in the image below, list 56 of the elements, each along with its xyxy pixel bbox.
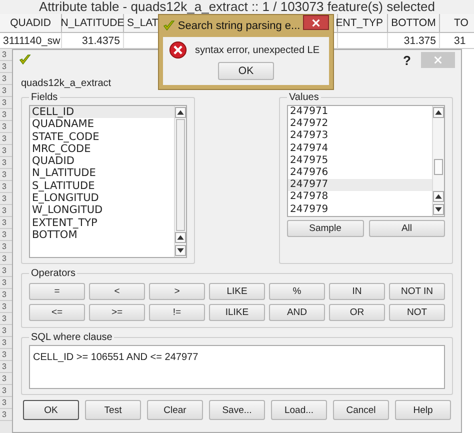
value-item[interactable]: 247978 <box>288 191 432 204</box>
operator-button[interactable]: NOT IN <box>389 283 445 300</box>
dialog-button[interactable]: Test <box>85 400 141 420</box>
all-button[interactable]: All <box>368 220 445 237</box>
dialog-button[interactable]: Clear <box>147 400 203 420</box>
sample-button[interactable]: Sample <box>287 220 364 237</box>
field-item[interactable]: EXTENT_TYP <box>30 216 174 229</box>
operator-button[interactable]: != <box>149 304 205 321</box>
value-item[interactable]: 247971 <box>288 106 432 118</box>
operator-button[interactable]: ILIKE <box>209 304 265 321</box>
value-item[interactable]: 247977 <box>288 179 432 192</box>
help-button[interactable]: ? <box>403 52 411 68</box>
operator-button[interactable]: > <box>149 283 205 300</box>
field-item[interactable]: STATE_CODE <box>30 130 174 143</box>
group-title: Fields <box>30 92 59 103</box>
operator-button[interactable]: NOT <box>389 304 445 321</box>
dialog-title: Search string parsing e... <box>178 20 300 32</box>
field-item[interactable]: BOTTOM <box>30 228 174 242</box>
operator-button[interactable]: < <box>89 283 145 300</box>
sql-field[interactable]: CELL_ID >= 106551 AND <= 247977 <box>29 345 445 389</box>
values-list[interactable]: 247971 247972 247973 247974 247975 247976 247977 247978 247979 <box>287 105 445 217</box>
window-title: Attribute table - quads12k_a_extract :: 1 / 103073 feature(s) selected <box>38 0 436 14</box>
field-item[interactable]: QUADNAME <box>30 118 174 131</box>
value-item[interactable]: 247979 <box>288 204 432 216</box>
value-item[interactable]: 247974 <box>288 142 432 155</box>
group-title: Operators <box>30 268 76 279</box>
operator-button[interactable]: LIKE <box>209 283 265 300</box>
group-title: SQL where clause <box>30 332 114 343</box>
operator-button[interactable]: % <box>269 283 325 300</box>
operator-button[interactable]: AND <box>269 304 325 321</box>
value-item[interactable]: 247975 <box>288 154 432 167</box>
error-message: syntax error, unexpected LE <box>195 44 320 56</box>
ok-button[interactable]: OK <box>218 62 274 80</box>
field-item[interactable]: MRC_CODE <box>30 142 174 156</box>
value-item[interactable]: 247972 <box>288 118 432 130</box>
field-item[interactable]: QUADID <box>30 155 174 168</box>
dialog-button[interactable]: Save... <box>209 400 265 420</box>
value-item[interactable]: 247973 <box>288 130 432 143</box>
operator-button[interactable]: >= <box>89 304 145 321</box>
field-item[interactable]: N_LATITUDE <box>30 167 174 180</box>
dialog-button[interactable]: Help <box>395 400 451 420</box>
operator-button[interactable]: = <box>29 283 85 300</box>
operator-button[interactable]: OR <box>329 304 385 321</box>
group-title: Values <box>288 92 320 103</box>
fields-list[interactable]: CELL_ID QUADNAME STATE_CODE MRC_CODE QUADID N_LATITUDE S_LATITUDE E_LONGITUD W_LONGITUD EXTENT_TYP BOTTOM <box>29 105 187 258</box>
field-item[interactable]: W_LONGITUD <box>30 204 174 217</box>
dialog-button[interactable]: Cancel <box>333 400 389 420</box>
operator-button[interactable]: IN <box>329 283 385 300</box>
field-item[interactable]: S_LATITUDE <box>30 180 174 192</box>
dialog-button[interactable]: Load... <box>271 400 327 420</box>
field-item[interactable]: CELL_ID <box>30 106 174 118</box>
value-item[interactable]: 247976 <box>288 166 432 180</box>
dialog-button[interactable]: OK <box>23 400 79 420</box>
layer-name: quads12k_a_extract <box>21 78 112 90</box>
operator-button[interactable]: <= <box>29 304 85 321</box>
field-item[interactable]: E_LONGITUD <box>30 192 174 204</box>
